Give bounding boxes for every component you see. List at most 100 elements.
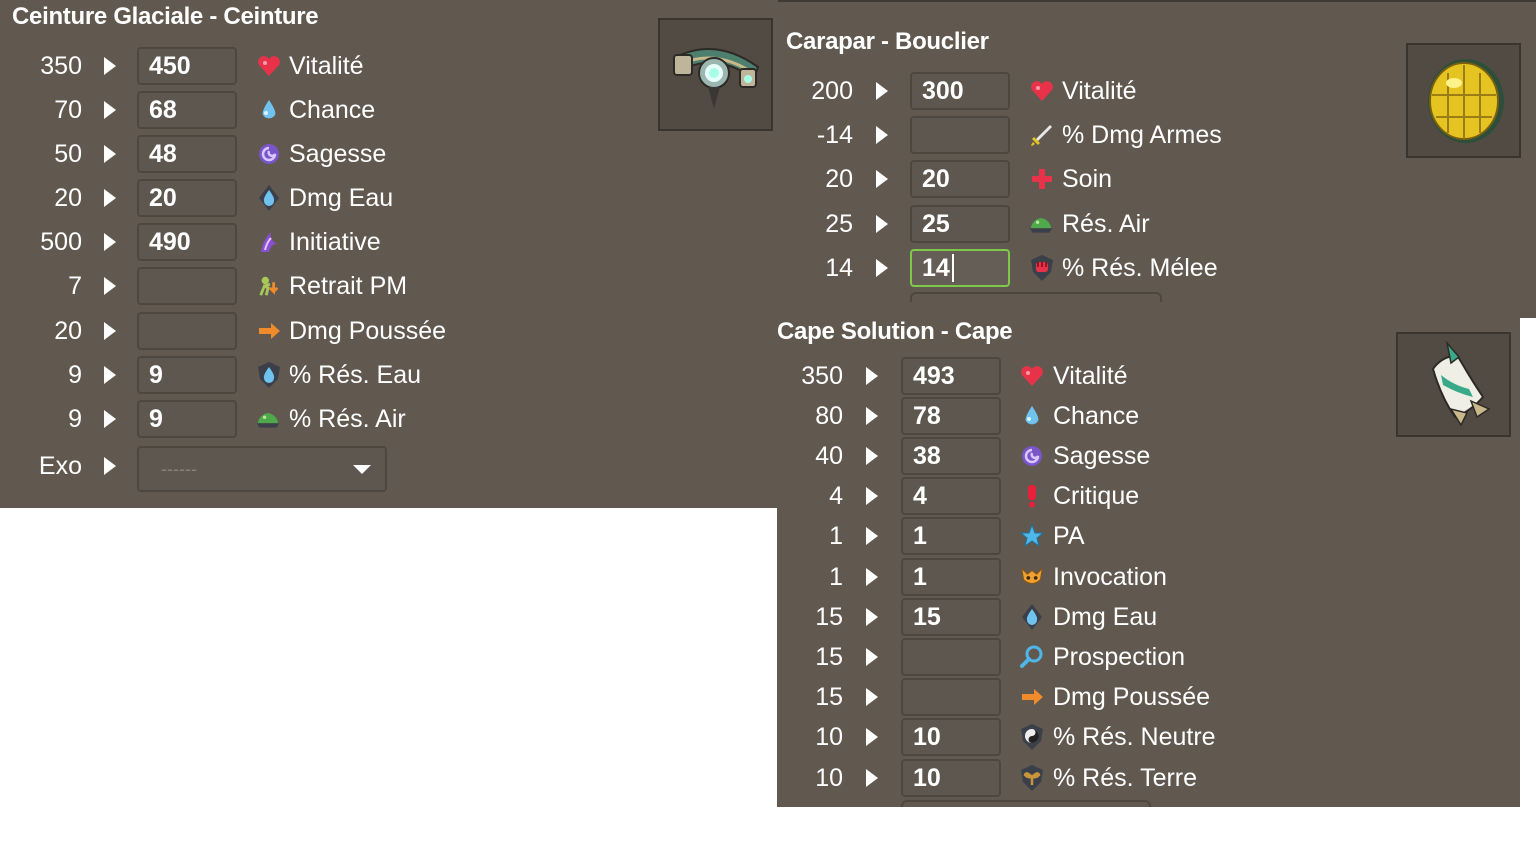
apply-arrow-icon[interactable] bbox=[866, 568, 878, 586]
stat-input[interactable] bbox=[137, 91, 237, 129]
stat-label: Prospection bbox=[1053, 643, 1186, 671]
stat-input[interactable] bbox=[901, 598, 1001, 636]
apply-arrow-icon[interactable] bbox=[104, 322, 116, 340]
stat-input[interactable] bbox=[901, 397, 1001, 435]
stat-label: % Rés. Terre bbox=[1053, 764, 1198, 792]
base-value: -14 bbox=[816, 121, 853, 149]
stat-input[interactable] bbox=[901, 558, 1001, 596]
base-value: 1 bbox=[829, 563, 843, 591]
base-value: 7 bbox=[68, 272, 82, 300]
base-value: 10 bbox=[815, 723, 843, 751]
stat-input[interactable] bbox=[137, 400, 237, 438]
stat-input[interactable] bbox=[137, 312, 237, 350]
base-value: 80 bbox=[815, 402, 843, 430]
exo-select-partial[interactable] bbox=[910, 292, 1162, 302]
stat-input[interactable] bbox=[901, 759, 1001, 797]
stat-input-focused[interactable] bbox=[910, 249, 1010, 287]
apply-arrow-icon[interactable] bbox=[104, 57, 116, 75]
stat-input[interactable] bbox=[910, 205, 1010, 243]
stat-label: PA bbox=[1053, 522, 1085, 550]
heart-icon bbox=[257, 54, 281, 78]
stat-input[interactable] bbox=[910, 72, 1010, 110]
heart-icon bbox=[1020, 364, 1044, 388]
stat-input[interactable] bbox=[901, 477, 1001, 515]
wisdom-swirl-icon bbox=[1020, 444, 1044, 468]
apply-arrow-icon[interactable] bbox=[866, 367, 878, 385]
apply-arrow-icon[interactable] bbox=[866, 447, 878, 465]
stat-label: Dmg Eau bbox=[1053, 603, 1158, 631]
apply-arrow-icon[interactable] bbox=[876, 259, 888, 277]
stat-label: Critique bbox=[1053, 482, 1140, 510]
belt-row-retrait-pm: 7 Retrait PM bbox=[0, 266, 700, 306]
water-damage-icon bbox=[257, 185, 281, 211]
stat-input[interactable] bbox=[901, 437, 1001, 475]
belt-row-vitalite: 350 Vitalité bbox=[0, 46, 700, 86]
mp-reduction-icon bbox=[257, 274, 281, 298]
apply-arrow-icon[interactable] bbox=[866, 527, 878, 545]
stat-label: Sagesse bbox=[1053, 442, 1151, 470]
apply-arrow-icon[interactable] bbox=[866, 688, 878, 706]
stat-input[interactable] bbox=[137, 47, 237, 85]
apply-arrow-icon[interactable] bbox=[104, 189, 116, 207]
base-value: 9 bbox=[68, 361, 82, 389]
wisdom-swirl-icon bbox=[257, 142, 281, 166]
summon-icon bbox=[1020, 565, 1044, 589]
base-value: 350 bbox=[801, 362, 843, 390]
water-drop-icon bbox=[257, 98, 281, 122]
melee-resist-icon bbox=[1030, 255, 1054, 281]
apply-arrow-icon[interactable] bbox=[104, 366, 116, 384]
stat-label: Chance bbox=[289, 96, 376, 124]
stat-input[interactable] bbox=[910, 116, 1010, 154]
base-value: 4 bbox=[829, 482, 843, 510]
stat-input[interactable] bbox=[901, 638, 1001, 676]
stat-label: Vitalité bbox=[1053, 362, 1128, 390]
exo-select[interactable]: ------ bbox=[137, 446, 387, 492]
belt-row-res-air: 9 % Rés. Air bbox=[0, 399, 700, 439]
stat-label: % Rés. Eau bbox=[289, 361, 422, 389]
stat-input[interactable] bbox=[137, 179, 237, 217]
stat-label: Invocation bbox=[1053, 563, 1167, 591]
apply-arrow-icon[interactable] bbox=[876, 126, 888, 144]
stat-input[interactable] bbox=[910, 160, 1010, 198]
stat-label: % Rés. Neutre bbox=[1053, 723, 1216, 751]
base-value: 50 bbox=[54, 140, 82, 168]
stat-input[interactable] bbox=[137, 223, 237, 261]
prospecting-icon bbox=[1020, 645, 1044, 669]
stat-label: Dmg Eau bbox=[289, 184, 394, 212]
base-value: 15 bbox=[815, 643, 843, 671]
belt-row-dmg-poussee: 20 Dmg Poussée bbox=[0, 311, 700, 351]
stat-input[interactable] bbox=[137, 135, 237, 173]
apply-arrow-icon[interactable] bbox=[866, 728, 878, 746]
base-value: 10 bbox=[815, 764, 843, 792]
stat-label: Rés. Air bbox=[1062, 210, 1150, 238]
exo-select-partial[interactable] bbox=[901, 800, 1151, 807]
stat-input[interactable] bbox=[137, 267, 237, 305]
apply-arrow-icon[interactable] bbox=[876, 82, 888, 100]
stat-label: Vitalité bbox=[289, 52, 364, 80]
stat-label: Dmg Poussée bbox=[1053, 683, 1211, 711]
apply-arrow-icon[interactable] bbox=[866, 407, 878, 425]
heal-cross-icon bbox=[1030, 167, 1054, 191]
stat-input[interactable] bbox=[901, 678, 1001, 716]
apply-arrow-icon[interactable] bbox=[866, 608, 878, 626]
apply-arrow-icon[interactable] bbox=[104, 410, 116, 428]
stat-label: Chance bbox=[1053, 402, 1140, 430]
cape-row-pa: 1 PA bbox=[777, 516, 1477, 556]
stat-input[interactable] bbox=[137, 356, 237, 394]
shield-row-res-melee: 14 % Rés. Mélee bbox=[778, 248, 1478, 288]
apply-arrow-icon[interactable] bbox=[104, 277, 116, 295]
apply-arrow-icon[interactable] bbox=[876, 215, 888, 233]
apply-arrow-icon[interactable] bbox=[866, 769, 878, 787]
apply-arrow-icon[interactable] bbox=[866, 487, 878, 505]
water-damage-icon bbox=[1020, 604, 1044, 630]
apply-arrow-icon[interactable] bbox=[104, 145, 116, 163]
stat-label: Soin bbox=[1062, 165, 1113, 193]
stat-input[interactable] bbox=[901, 718, 1001, 756]
stat-input[interactable] bbox=[901, 517, 1001, 555]
apply-arrow-icon[interactable] bbox=[104, 457, 116, 475]
apply-arrow-icon[interactable] bbox=[104, 233, 116, 251]
apply-arrow-icon[interactable] bbox=[866, 648, 878, 666]
apply-arrow-icon[interactable] bbox=[876, 170, 888, 188]
stat-input[interactable] bbox=[901, 357, 1001, 395]
apply-arrow-icon[interactable] bbox=[104, 101, 116, 119]
